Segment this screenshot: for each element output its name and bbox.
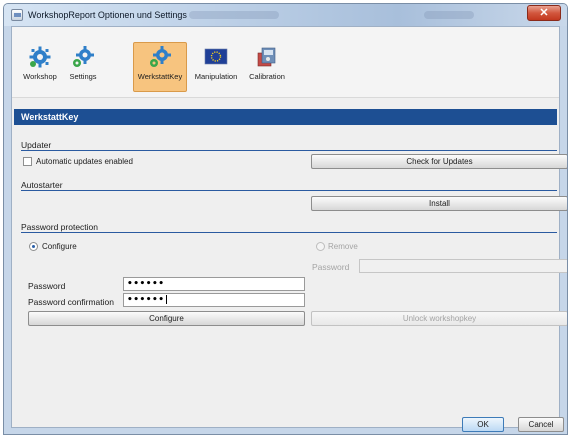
ok-button[interactable]: OK (462, 417, 504, 432)
text-caret (165, 295, 167, 304)
gear-blue-icon (29, 46, 51, 68)
password-confirmation-field[interactable]: •••••• (123, 293, 305, 307)
tab-settings[interactable]: Settings (62, 43, 104, 91)
app-icon (11, 9, 23, 21)
tab-workshop[interactable]: Workshop (19, 43, 61, 91)
autostarter-separator (21, 190, 557, 191)
password-label: Password (28, 281, 66, 291)
tab-label: Manipulation (194, 72, 238, 81)
eu-flag-icon (204, 48, 228, 65)
updater-separator (21, 150, 557, 151)
install-button[interactable]: Install (311, 196, 567, 211)
window-title: WorkshopReport Optionen und Settings (28, 10, 187, 20)
updater-heading: Updater (21, 140, 52, 150)
password-confirmation-value: •••••• (127, 295, 165, 305)
close-icon: ✕ (539, 7, 549, 19)
unlock-workshopkey-button[interactable]: Unlock workshopkey (311, 311, 567, 326)
remove-password-field[interactable] (359, 259, 567, 273)
password-protection-separator (21, 232, 557, 233)
category-toolbar: Workshop Settings WerkstattKey Manipulat… (12, 27, 559, 98)
calibration-box-icon (257, 47, 276, 67)
password-confirmation-label: Password confirmation (28, 297, 114, 307)
configure-button[interactable]: Configure (28, 311, 305, 326)
password-protection-heading: Password protection (21, 222, 99, 232)
blurred-title-region (189, 11, 279, 19)
remove-radio-label: Remove (328, 242, 358, 251)
content-area: Workshop Settings WerkstattKey Manipulat… (11, 26, 567, 432)
autostarter-heading: Autostarter (21, 180, 63, 190)
blurred-title-region (424, 11, 474, 19)
options-window: WorkshopReport Optionen und Settings ✕ W… (3, 3, 568, 435)
tab-calibration[interactable]: Calibration (244, 43, 290, 91)
remove-password-label: Password (312, 262, 350, 272)
auto-update-checkbox[interactable] (23, 157, 32, 166)
gears-icon (73, 46, 94, 67)
tab-manipulation[interactable]: Manipulation (192, 43, 240, 91)
tab-label: Calibration (249, 72, 285, 81)
cancel-button[interactable]: Cancel (518, 417, 564, 432)
close-button[interactable]: ✕ (527, 5, 561, 21)
gears-key-icon (150, 46, 171, 67)
password-field[interactable]: •••••• (123, 277, 305, 291)
tab-werkstattkey[interactable]: WerkstattKey (133, 42, 187, 92)
configure-radio[interactable] (29, 242, 38, 251)
configure-radio-label: Configure (42, 242, 77, 251)
check-updates-button[interactable]: Check for Updates (311, 154, 567, 169)
password-value: •••••• (127, 279, 165, 289)
tab-label: Workshop (23, 72, 57, 81)
auto-update-label: Automatic updates enabled (36, 157, 133, 166)
tab-label: Settings (69, 72, 97, 81)
tab-label: WerkstattKey (137, 72, 183, 81)
panel-title: WerkstattKey (14, 109, 557, 125)
title-bar[interactable]: WorkshopReport Optionen und Settings ✕ (4, 4, 567, 26)
remove-radio[interactable] (316, 242, 325, 251)
